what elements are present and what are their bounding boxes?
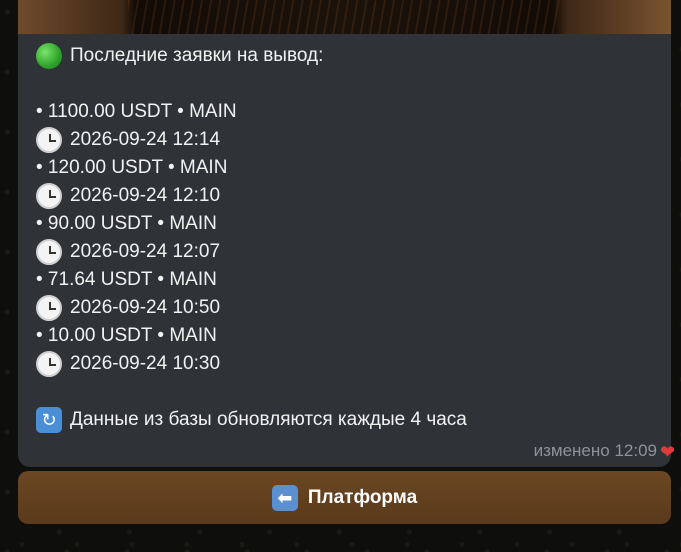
withdrawal-time: 2026-09-24 10:30	[70, 353, 221, 374]
withdrawal-time: 2026-09-24 12:10	[70, 185, 221, 206]
footer-note-text: Данные из базы обновляются каждые 4 часа	[70, 409, 467, 430]
withdrawal-line: • 1100.00 USDT • MAIN	[36, 98, 653, 126]
green-circle-icon	[36, 43, 62, 69]
clock-icon	[36, 295, 62, 321]
header-text: Последние заявки на вывод:	[70, 45, 324, 66]
footer-note: ↻ Данные из базы обновляются каждые 4 ча…	[36, 406, 653, 434]
withdrawal-amount: • 120.00 USDT • MAIN	[36, 157, 228, 178]
platform-button[interactable]: ⬅ Платформа	[18, 471, 671, 524]
left-arrow-icon: ⬅	[271, 484, 298, 511]
edited-timestamp: изменено 12:09	[533, 441, 657, 460]
withdrawal-line: • 71.64 USDT • MAIN	[36, 266, 653, 294]
withdrawal-time: 2026-09-24 10:50	[70, 297, 221, 318]
clock-icon	[36, 183, 62, 209]
heart-icon[interactable]: ❤	[660, 442, 680, 462]
withdrawal-time-row: 2026-09-24 12:10	[36, 182, 653, 210]
withdrawal-time: 2026-09-24 12:14	[70, 129, 221, 150]
withdrawal-amount: • 10.00 USDT • MAIN	[36, 325, 217, 346]
clock-icon	[36, 351, 62, 377]
message-bubble[interactable]: Последние заявки на вывод: • 1100.00 USD…	[18, 34, 671, 467]
refresh-icon: ↻	[36, 407, 62, 433]
withdrawal-amount: • 1100.00 USDT • MAIN	[36, 101, 237, 122]
withdrawal-time-row: 2026-09-24 12:07	[36, 238, 653, 266]
withdrawal-time-row: 2026-09-24 12:14	[36, 126, 653, 154]
message-header: Последние заявки на вывод:	[36, 42, 653, 70]
withdrawal-time: 2026-09-24 12:07	[70, 241, 221, 262]
withdrawal-time-row: 2026-09-24 10:30	[36, 350, 653, 378]
withdrawal-amount: • 90.00 USDT • MAIN	[36, 213, 217, 234]
clock-icon	[36, 239, 62, 265]
withdrawal-time-row: 2026-09-24 10:50	[36, 294, 653, 322]
withdrawal-line: • 90.00 USDT • MAIN	[36, 210, 653, 238]
withdrawal-line: • 120.00 USDT • MAIN	[36, 154, 653, 182]
withdrawal-line: • 10.00 USDT • MAIN	[36, 322, 653, 350]
message-media-preview[interactable]	[18, 0, 671, 34]
clock-icon	[36, 127, 62, 153]
platform-button-label: Платформа	[307, 486, 418, 508]
withdrawal-amount: • 71.64 USDT • MAIN	[36, 269, 217, 290]
